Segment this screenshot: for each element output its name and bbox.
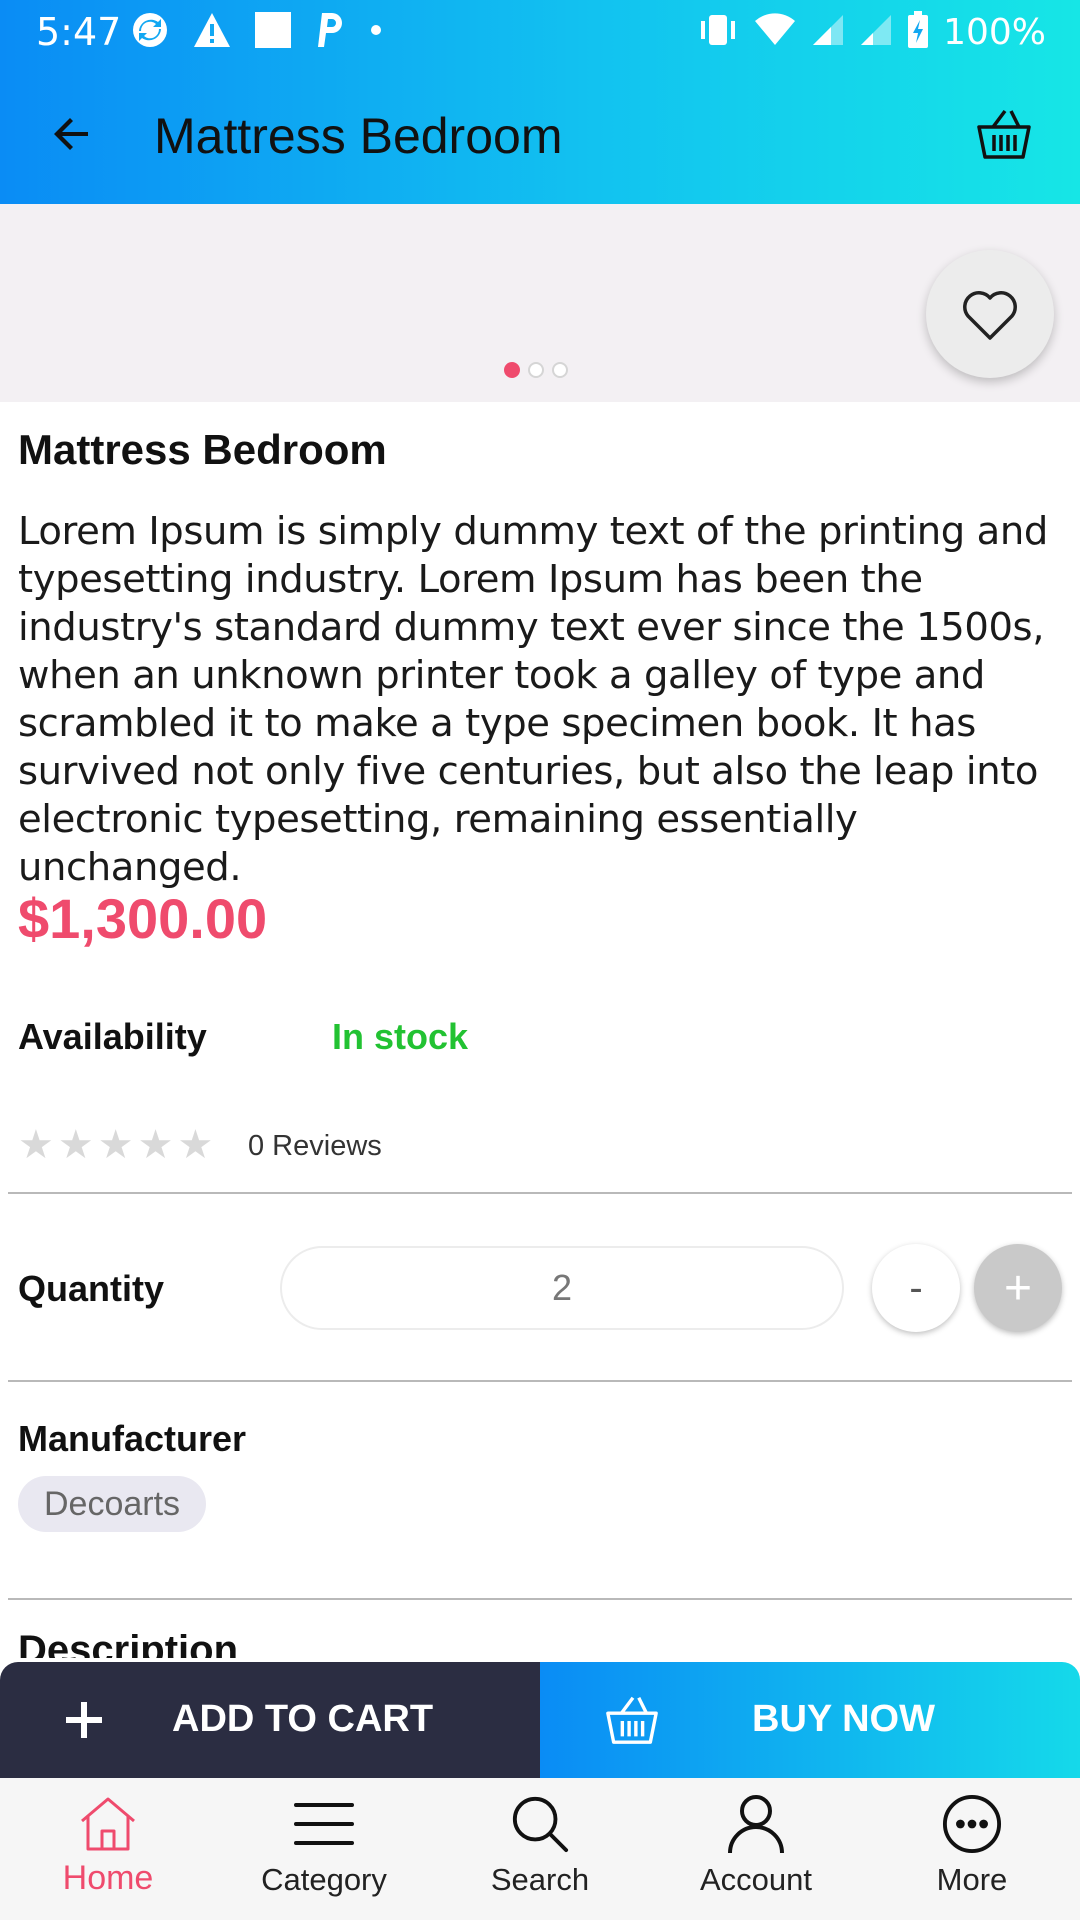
quantity-label: Quantity [18,1268,165,1309]
status-bar: 5:47 100% [0,0,1080,64]
star-icon: ★ [177,1122,214,1168]
divider [8,1598,1072,1600]
menu-lines-icon [294,1794,354,1854]
manufacturer-label: Manufacturer [18,1418,247,1459]
quantity-increase-button[interactable]: + [974,1244,1062,1332]
product-image-carousel[interactable] [0,204,1080,402]
heart-outline-icon [963,291,1017,340]
nav-item-more[interactable]: More [864,1778,1080,1920]
wifi-icon [753,12,797,52]
basket-icon [977,109,1031,159]
carousel-dot[interactable] [528,362,544,378]
carousel-dot[interactable] [504,362,520,378]
divider [8,1380,1072,1382]
plus-icon [66,1702,102,1738]
person-icon [726,1794,786,1854]
star-icon: ★ [18,1122,54,1168]
warning-icon [192,11,232,54]
reviews-count[interactable]: 0 Reviews [248,1130,382,1163]
home-icon [78,1794,138,1854]
quantity-field[interactable]: 2 [280,1246,844,1330]
app-bar: Mattress Bedroom [0,64,1080,204]
description-heading-text: Description [18,1628,239,1658]
battery-percent: 100% [943,11,1046,53]
notification-icons [130,8,386,56]
sync-icon [130,10,170,55]
arrow-left-icon [54,118,88,150]
page-title: Mattress Bedroom [154,108,563,164]
favorite-button[interactable] [926,250,1054,378]
parking-icon [314,11,344,54]
nav-item-account[interactable]: Account [648,1778,864,1920]
nav-label-search: Search [490,1862,590,1897]
product-name: Mattress Bedroom [18,426,387,473]
bottom-navigation: Home Category Search Account More [0,1778,1080,1920]
nav-item-category[interactable]: Category [216,1778,432,1920]
back-button[interactable] [36,98,108,170]
status-time: 5:47 [36,10,122,54]
nav-label-more: More [936,1862,1008,1897]
signal-icon [859,13,893,52]
nav-item-search[interactable]: Search [432,1778,648,1920]
nav-label-account: Account [699,1862,812,1897]
add-to-cart-label: ADD TO CART [172,1698,434,1740]
star-icon: ★ [57,1122,94,1168]
divider [8,1192,1072,1194]
availability-value: In stock [332,1016,469,1057]
buy-now-button[interactable]: BUY NOW [540,1662,1080,1778]
description-heading: Description [18,1620,238,1658]
top-bar: 5:47 100% Mattress Bedroom [0,0,1080,204]
quantity-decrease-button[interactable]: - [872,1244,960,1332]
carousel-dots [504,362,568,378]
battery-charging-icon [907,10,929,54]
star-icon: ★ [137,1122,174,1168]
product-price: $1,300.00 [18,887,268,950]
buy-now-label: BUY NOW [752,1698,935,1740]
rating-stars[interactable]: ★ ★ ★ ★ ★ [18,1124,213,1166]
add-to-cart-button[interactable]: ADD TO CART [0,1662,540,1778]
nav-item-home[interactable]: Home [0,1778,216,1920]
nav-label-home: Home [62,1859,154,1897]
search-icon [510,1794,570,1854]
signal-icon [811,13,845,52]
star-icon: ★ [97,1122,134,1168]
dot-icon [366,20,386,45]
square-notification-icon [254,11,292,54]
availability-label: Availability [18,1016,207,1057]
manufacturer-chip[interactable]: Decoarts [18,1476,207,1532]
nav-label-category: Category [261,1862,387,1897]
system-icons: 100% [697,8,1046,56]
more-dots-icon [942,1794,1002,1854]
basket-icon [606,1696,658,1744]
vibrate-icon [697,13,739,52]
product-description: Lorem Ipsum is simply dummy text of the … [18,509,1048,890]
carousel-dot[interactable] [552,362,568,378]
purchase-action-bar: ADD TO CART BUY NOW [0,1662,1080,1778]
cart-button[interactable] [968,98,1040,170]
